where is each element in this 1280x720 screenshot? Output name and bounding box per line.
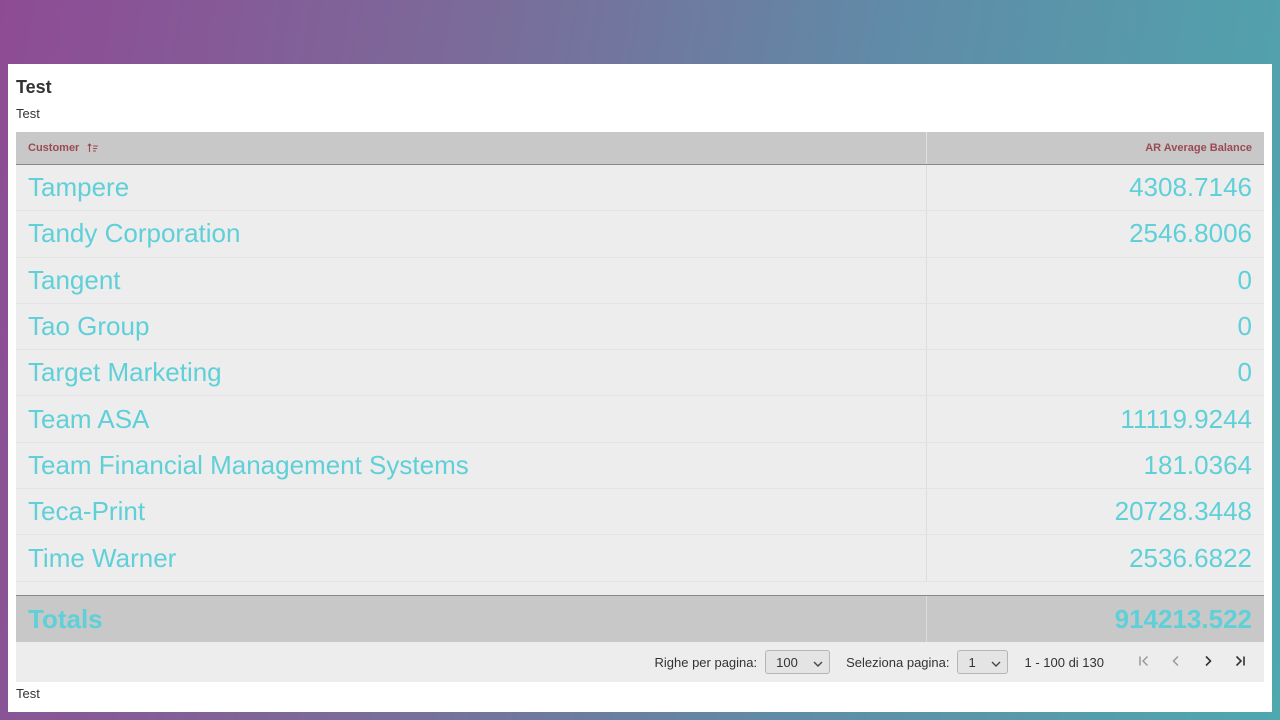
select-page-label: Seleziona pagina: — [846, 654, 950, 670]
balance-cell: 181.0364 — [1143, 449, 1252, 480]
data-grid: Customer AR Average Balance Tampere 4308… — [16, 132, 1264, 682]
table-row[interactable]: Teca-Print 20728.3448 — [16, 489, 1264, 536]
customer-cell: Tangent — [16, 257, 927, 303]
report-card: Test Test Customer AR Average Balance Ta… — [8, 64, 1272, 712]
totals-value: 914213.522 — [1114, 603, 1252, 634]
chevron-down-icon — [813, 655, 823, 670]
customer-cell: Tao Group — [16, 303, 927, 350]
customer-cell: Team ASA — [16, 396, 927, 442]
table-row[interactable]: Tandy Corporation 2546.8006 — [16, 211, 1264, 258]
customer-cell: Team Financial Management Systems — [16, 442, 927, 489]
sort-ascending-icon[interactable] — [87, 143, 99, 153]
chevron-down-icon — [991, 655, 1001, 670]
previous-page-button[interactable] — [1164, 650, 1188, 674]
balance-cell: 0 — [1237, 357, 1252, 388]
balance-cell: 0 — [1237, 264, 1252, 295]
table-row[interactable]: Team Financial Management Systems 181.03… — [16, 442, 1264, 490]
chevron-right-icon — [1202, 655, 1214, 670]
balance-cell: 2536.6822 — [1129, 542, 1252, 573]
first-page-button[interactable] — [1132, 650, 1156, 674]
first-page-icon — [1138, 655, 1150, 670]
report-footer-note: Test — [16, 686, 40, 701]
customer-cell: Tampere — [16, 165, 927, 211]
table-row[interactable]: Tao Group 0 — [16, 303, 1264, 351]
table-row[interactable]: Tampere 4308.7146 — [16, 165, 1264, 212]
balance-cell: 4308.7146 — [1129, 172, 1252, 203]
table-row[interactable]: Time Warner 2536.6822 — [16, 535, 1264, 582]
grid-body-spacer — [16, 589, 1264, 596]
rows-per-page-select[interactable]: 100 — [765, 650, 831, 674]
customer-cell: Time Warner — [16, 535, 927, 581]
last-page-button[interactable] — [1228, 650, 1252, 674]
customer-cell: Tandy Corporation — [16, 211, 927, 257]
balance-cell: 11119.9244 — [1120, 403, 1252, 434]
table-row[interactable]: Team ASA 11119.9244 — [16, 396, 1264, 443]
column-header-label: AR Average Balance — [1145, 142, 1252, 154]
page-select[interactable]: 1 — [957, 650, 1009, 674]
pagination-bar: Righe per pagina: 100 Seleziona pagina: … — [16, 642, 1264, 682]
rows-per-page-label: Righe per pagina: — [654, 654, 758, 670]
balance-cell: 20728.3448 — [1114, 496, 1252, 527]
page-range-text: 1 - 100 di 130 — [1024, 654, 1104, 670]
column-header-label: Customer — [28, 142, 80, 154]
grid-header: Customer AR Average Balance — [16, 132, 1264, 165]
chevron-left-icon — [1170, 655, 1182, 670]
table-row[interactable]: Target Marketing 0 — [16, 350, 1264, 397]
page-select-value: 1 — [968, 654, 976, 670]
next-page-button[interactable] — [1196, 650, 1220, 674]
last-page-icon — [1234, 655, 1246, 670]
column-header-customer[interactable]: Customer — [16, 132, 927, 164]
customer-cell: Teca-Print — [16, 489, 927, 535]
balance-cell: 0 — [1237, 311, 1252, 342]
grid-body: Tampere 4308.7146 Tandy Corporation 2546… — [16, 165, 1264, 589]
totals-row: Totals 914213.522 — [16, 596, 1264, 642]
customer-cell: Target Marketing — [16, 350, 927, 396]
balance-cell: 2546.8006 — [1129, 218, 1252, 249]
column-header-ar-average-balance[interactable]: AR Average Balance — [927, 132, 1264, 164]
rows-per-page-value: 100 — [776, 654, 798, 670]
table-row[interactable]: Tangent 0 — [16, 257, 1264, 304]
report-subtitle: Test — [16, 106, 40, 121]
report-title: Test — [16, 77, 52, 97]
totals-label: Totals — [16, 596, 927, 642]
